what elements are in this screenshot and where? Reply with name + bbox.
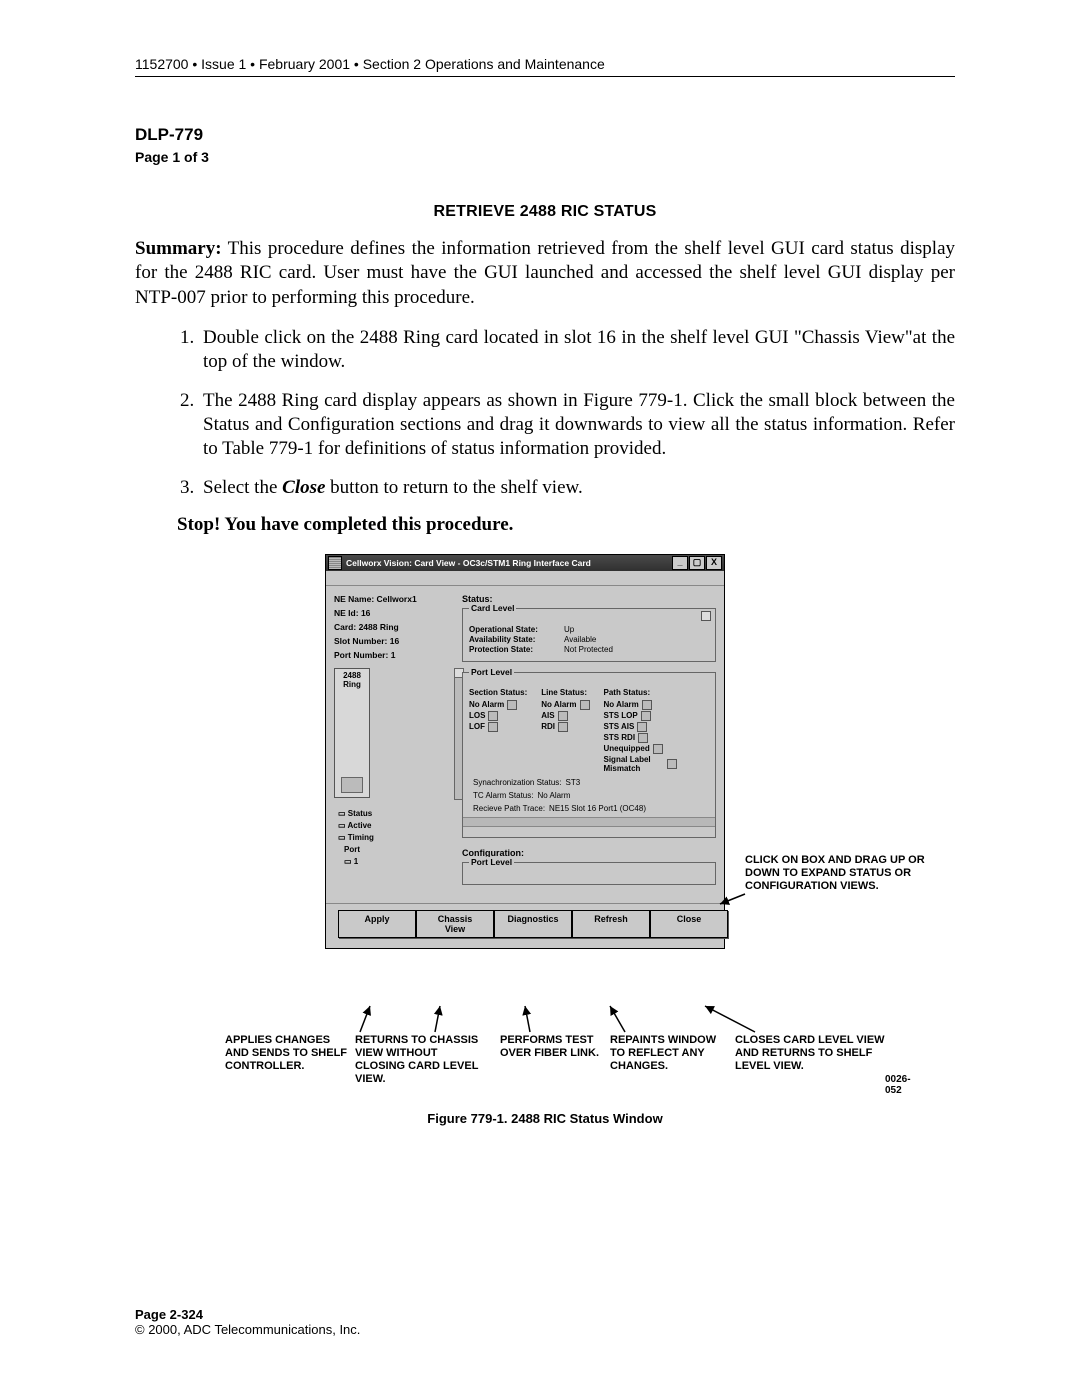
checkbox[interactable] [653, 744, 663, 754]
panel-scroll-box[interactable] [701, 611, 711, 621]
doc-title: RETRIEVE 2488 RIC STATUS [135, 203, 955, 221]
apply-button[interactable]: Apply [338, 910, 416, 938]
figure-wrap: Cellworx Vision: Card View - OC3c/STM1 R… [225, 554, 865, 949]
checkbox[interactable] [667, 759, 677, 769]
checkbox[interactable] [488, 711, 498, 721]
summary-paragraph: Summary: This procedure defines the info… [135, 237, 955, 310]
footer-copyright: © 2000, ADC Telecommunications, Inc. [135, 1322, 360, 1337]
card-view-window: Cellworx Vision: Card View - OC3c/STM1 R… [325, 554, 725, 949]
summary-text: This procedure defines the information r… [135, 238, 955, 308]
maximize-icon[interactable]: ▢ [689, 556, 705, 570]
checkbox[interactable] [488, 722, 498, 732]
figure-caption: Figure 779-1. 2488 RIC Status Window [225, 1111, 865, 1126]
tree-status[interactable]: Status [338, 808, 454, 820]
close-ref: Close [282, 477, 325, 498]
anno-drag: CLICK ON BOX AND DRAG UP OR DOWN TO EXPA… [745, 854, 935, 894]
window-titlebar[interactable]: Cellworx Vision: Card View - OC3c/STM1 R… [326, 555, 724, 571]
header-meta: 1152700 • Issue 1 • February 2001 • Sect… [135, 56, 955, 77]
checkbox[interactable] [580, 700, 590, 710]
dlp-page: Page 1 of 3 [135, 149, 955, 165]
diagnostics-button[interactable]: Diagnostics [494, 910, 572, 938]
stop-line: Stop! You have completed this procedure. [177, 514, 955, 536]
summary-label: Summary: [135, 238, 222, 259]
anno-diag: PERFORMS TEST OVER FIBER LINK. [500, 1034, 610, 1060]
tree-active[interactable]: Active [338, 820, 454, 832]
config-port-panel: Port Level [462, 862, 716, 885]
footer-page: Page 2-324 [135, 1307, 360, 1322]
checkbox[interactable] [558, 722, 568, 732]
port-level-panel: Port Level Section Status: No Alarm LOS … [462, 672, 716, 838]
checkbox[interactable] [642, 700, 652, 710]
dlp-id: DLP-779 [135, 125, 955, 145]
checkbox[interactable] [558, 711, 568, 721]
figure-code: 0026-052 [885, 1074, 911, 1096]
minimize-icon[interactable]: _ [672, 556, 688, 570]
menu-bar[interactable] [326, 571, 724, 586]
split-drag-handle[interactable] [463, 817, 715, 827]
checkbox[interactable] [507, 700, 517, 710]
anno-close: CLOSES CARD LEVEL VIEW AND RETURNS TO SH… [735, 1034, 895, 1074]
system-menu-icon[interactable] [328, 556, 342, 570]
card-slot-graphic[interactable]: 2488 Ring [334, 668, 370, 798]
step-2: The 2488 Ring card display appears as sh… [199, 389, 955, 462]
anno-apply: APPLIES CHANGES AND SENDS TO SHELF CONTR… [225, 1034, 355, 1074]
card-level-panel: Card Level Operational State:Up Availabi… [462, 608, 716, 662]
checkbox[interactable] [638, 733, 648, 743]
close-button[interactable]: Close [650, 910, 728, 938]
nav-tree[interactable]: Status Active Timing Port 1 [338, 808, 454, 868]
tree-port-1[interactable]: 1 [344, 856, 454, 868]
step-1: Double click on the 2488 Ring card locat… [199, 326, 955, 375]
anno-refresh: REPAINTS WINDOW TO REFLECT ANY CHANGES. [610, 1034, 730, 1074]
checkbox[interactable] [637, 722, 647, 732]
close-icon[interactable]: X [706, 556, 722, 570]
checkbox[interactable] [641, 711, 651, 721]
window-title: Cellworx Vision: Card View - OC3c/STM1 R… [346, 558, 591, 568]
chassis-view-button[interactable]: Chassis View [416, 910, 494, 938]
step-3: Select the Close button to return to the… [199, 476, 955, 500]
tree-timing[interactable]: Timing [338, 832, 454, 844]
anno-chassis: RETURNS TO CHASSIS VIEW WITHOUT CLOSING … [355, 1034, 485, 1087]
refresh-button[interactable]: Refresh [572, 910, 650, 938]
tree-port-label: Port [344, 844, 454, 856]
